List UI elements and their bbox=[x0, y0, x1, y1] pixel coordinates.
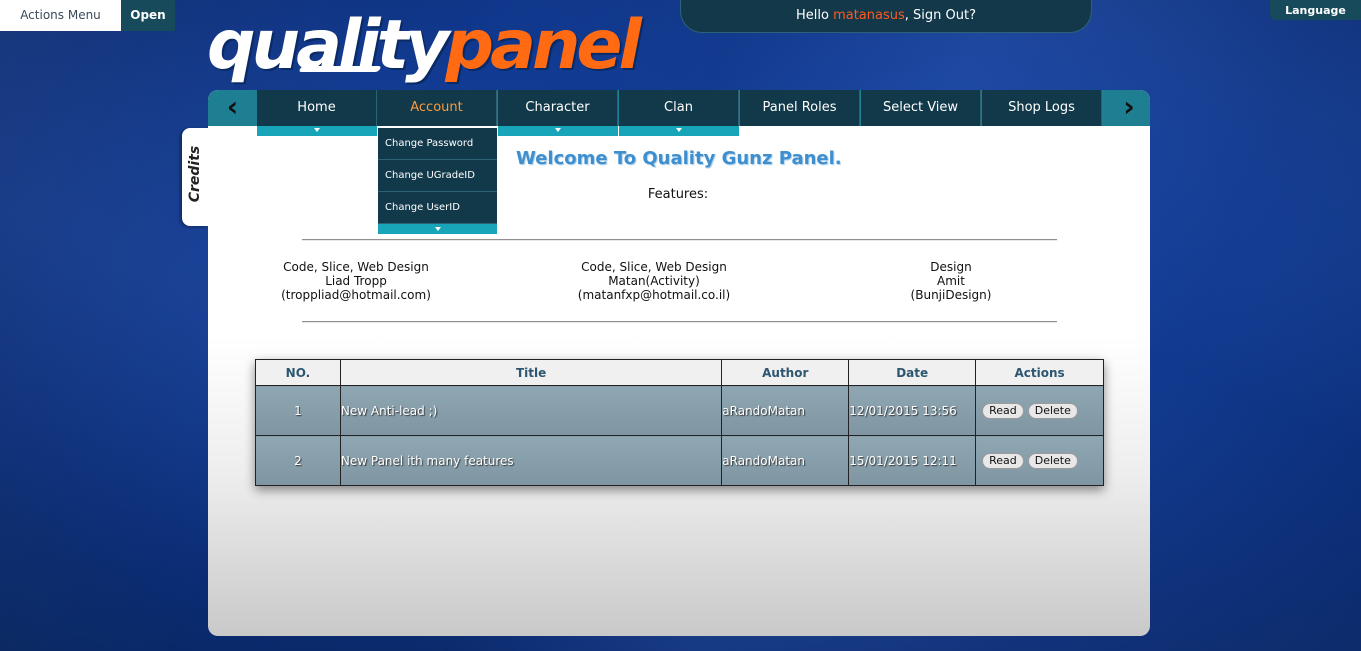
table-header-row: NO. Title Author Date Actions bbox=[255, 359, 1104, 386]
submenu-change-password[interactable]: Change Password bbox=[378, 128, 497, 160]
main-panel: ‹ Home Account Character Clan Panel Role… bbox=[208, 90, 1150, 636]
main-nav: ‹ Home Account Character Clan Panel Role… bbox=[208, 90, 1150, 126]
submenu-collapse-toggle[interactable] bbox=[378, 224, 497, 234]
nav-item-shop-logs[interactable]: Shop Logs bbox=[982, 90, 1102, 126]
credit-name: Amit bbox=[937, 274, 965, 288]
nav-item-home[interactable]: Home bbox=[257, 90, 377, 126]
row-date: 12/01/2015 13:56 bbox=[848, 385, 977, 436]
row-no: 1 bbox=[255, 385, 341, 436]
credit-name: Matan(Activity) bbox=[608, 274, 700, 288]
credit-contact: (troppliad@hotmail.com) bbox=[281, 288, 431, 302]
credit-name: Liad Tropp bbox=[325, 274, 387, 288]
actions-menu: Actions Menu Open bbox=[0, 0, 175, 31]
delete-button[interactable]: Delete bbox=[1027, 402, 1078, 419]
row-title: New Anti-lead ;) bbox=[339, 385, 723, 436]
user-greeting: Hello matanasus, Sign Out? bbox=[680, 0, 1092, 33]
column-header-date: Date bbox=[848, 359, 977, 386]
clan-dropdown-toggle[interactable] bbox=[619, 126, 739, 136]
nav-prev-arrow-icon[interactable]: ‹ bbox=[208, 90, 257, 126]
nav-next-arrow-icon[interactable]: › bbox=[1108, 90, 1150, 126]
credits-tab[interactable]: Credits bbox=[182, 128, 208, 226]
row-date: 15/01/2015 12:11 bbox=[848, 435, 977, 486]
row-actions: Read Delete bbox=[975, 385, 1104, 436]
credit-entry: Code, Slice, Web Design Matan(Activity) … bbox=[534, 260, 774, 302]
row-title: New Panel ith many features bbox=[339, 435, 723, 486]
row-no: 2 bbox=[255, 435, 341, 486]
chevron-down-icon bbox=[435, 227, 441, 231]
read-button[interactable]: Read bbox=[982, 452, 1024, 469]
column-header-no: NO. bbox=[255, 359, 341, 386]
logo-swoosh bbox=[298, 66, 382, 72]
news-table: NO. Title Author Date Actions 1 New Anti… bbox=[255, 359, 1104, 486]
greeting-text: Hello bbox=[795, 8, 834, 23]
credit-contact: (matanfxp@hotmail.co.il) bbox=[577, 288, 731, 302]
divider bbox=[302, 321, 1057, 323]
credit-role: Code, Slice, Web Design bbox=[581, 260, 727, 274]
chevron-down-icon bbox=[676, 128, 682, 132]
nav-item-clan[interactable]: Clan bbox=[619, 90, 739, 126]
logo-part-panel: panel bbox=[445, 6, 641, 85]
column-header-author: Author bbox=[721, 359, 850, 386]
read-button[interactable]: Read bbox=[982, 402, 1024, 419]
home-dropdown-toggle[interactable] bbox=[257, 126, 377, 136]
delete-button[interactable]: Delete bbox=[1027, 452, 1078, 469]
submenu-change-ugradeid[interactable]: Change UGradeID bbox=[378, 160, 497, 192]
submenu-change-userid[interactable]: Change UserID bbox=[378, 192, 497, 224]
signout-link[interactable]: , Sign Out? bbox=[905, 8, 976, 23]
row-author: aRandoMatan bbox=[721, 435, 850, 486]
column-header-actions: Actions bbox=[975, 359, 1104, 386]
credit-role: Design bbox=[930, 260, 972, 274]
credits-tab-label: Credits bbox=[187, 145, 203, 203]
chevron-down-icon bbox=[555, 128, 561, 132]
logo-part-quality: quality bbox=[207, 6, 449, 85]
credit-entry: Code, Slice, Web Design Liad Tropp (trop… bbox=[236, 260, 476, 302]
logo[interactable]: qualitypanel bbox=[207, 6, 642, 86]
welcome-heading: Welcome To Quality Gunz Panel. bbox=[516, 148, 842, 169]
nav-item-select-view[interactable]: Select View bbox=[861, 90, 981, 126]
divider bbox=[302, 239, 1057, 241]
column-header-title: Title bbox=[339, 359, 723, 386]
nav-item-account[interactable]: Account bbox=[377, 90, 497, 126]
nav-item-panel-roles[interactable]: Panel Roles bbox=[740, 90, 860, 126]
actions-menu-open-button[interactable]: Open bbox=[121, 0, 175, 31]
credit-role: Code, Slice, Web Design bbox=[283, 260, 429, 274]
row-actions: Read Delete bbox=[975, 435, 1104, 486]
username-link[interactable]: matanasus bbox=[833, 8, 905, 23]
character-dropdown-toggle[interactable] bbox=[498, 126, 618, 136]
row-author: aRandoMatan bbox=[721, 385, 850, 436]
features-label: Features: bbox=[647, 187, 709, 202]
actions-menu-label: Actions Menu bbox=[0, 0, 121, 31]
language-button[interactable]: Language bbox=[1270, 0, 1361, 20]
credit-entry: Design Amit (BunjiDesign) bbox=[831, 260, 1071, 302]
nav-item-character[interactable]: Character bbox=[498, 90, 618, 126]
table-row: 1 New Anti-lead ;) aRandoMatan 12/01/201… bbox=[255, 385, 1104, 436]
credit-contact: (BunjiDesign) bbox=[910, 288, 992, 302]
table-row: 2 New Panel ith many features aRandoMata… bbox=[255, 435, 1104, 486]
chevron-down-icon bbox=[314, 128, 320, 132]
account-submenu: Change Password Change UGradeID Change U… bbox=[378, 128, 497, 234]
